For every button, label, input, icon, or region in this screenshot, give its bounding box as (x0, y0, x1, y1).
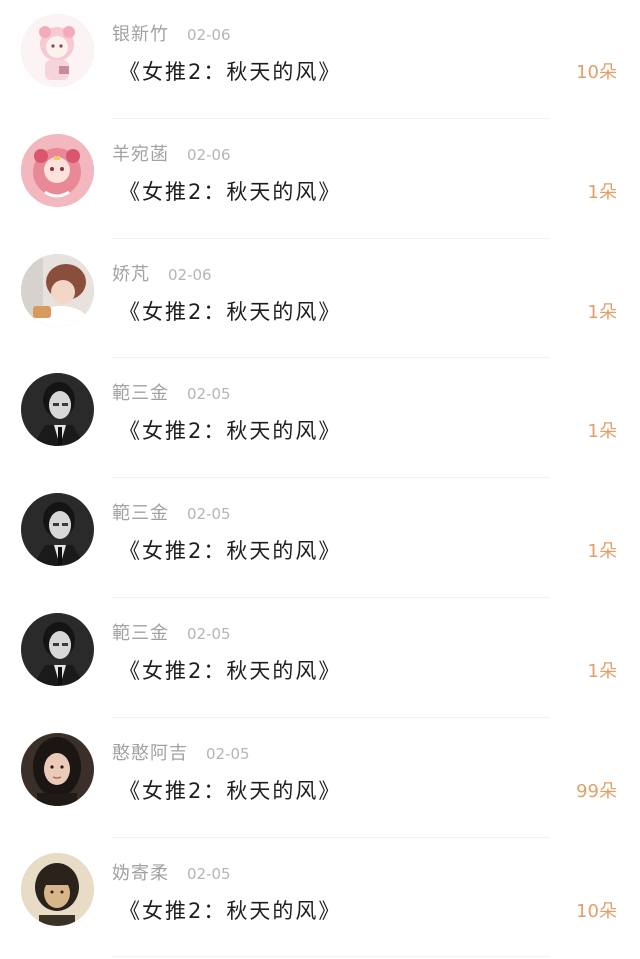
bw-portrait-avatar-icon (21, 493, 94, 567)
date-text: 02-05 (187, 624, 231, 643)
username-text[interactable]: 範三金 (112, 623, 169, 644)
book-title[interactable]: 《女推2：秋天的风》 (119, 657, 341, 685)
flower-count: 1朵 (587, 541, 617, 563)
username-text[interactable]: 妫寄柔 (112, 863, 169, 884)
girl-selfie-avatar-icon (21, 253, 94, 327)
username-text[interactable]: 範三金 (112, 503, 169, 524)
username[interactable]: 範三金 02-05 (112, 623, 231, 645)
date-text: 02-05 (187, 505, 231, 524)
book-title[interactable]: 《女推2：秋天的风》 (119, 897, 341, 925)
bw-portrait-avatar-icon (21, 373, 94, 447)
flower-count: 1朵 (587, 660, 617, 682)
username[interactable]: 範三金 02-05 (112, 383, 231, 405)
list-item[interactable]: 範三金 02-05 《女推2：秋天的风》 1朵 (0, 479, 640, 599)
username[interactable]: 憨憨阿吉 02-05 (112, 743, 250, 765)
dark-hair-avatar-icon (21, 732, 94, 806)
date-text: 02-05 (206, 744, 250, 763)
book-title[interactable]: 《女推2：秋天的风》 (119, 298, 341, 326)
username[interactable]: 银新竹 02-06 (112, 24, 231, 46)
list-item[interactable]: 範三金 02-05 《女推2：秋天的风》 1朵 (0, 599, 640, 719)
date-text: 02-06 (187, 145, 231, 164)
flower-count: 99朵 (576, 780, 617, 802)
username[interactable]: 羊宛菡 02-06 (112, 144, 231, 166)
book-title[interactable]: 《女推2：秋天的风》 (119, 417, 341, 445)
book-title[interactable]: 《女推2：秋天的风》 (119, 777, 341, 805)
avatar[interactable] (21, 253, 94, 327)
sepia-portrait-avatar-icon (21, 852, 94, 926)
gift-record-list: 银新竹 02-06 《女推2：秋天的风》 10朵 羊宛菡 02-06 《女推2：秋天… (0, 0, 640, 959)
anime-sailor-avatar-icon (21, 133, 94, 207)
avatar[interactable] (21, 373, 94, 447)
list-item[interactable]: 银新竹 02-06 《女推2：秋天的风》 10朵 (0, 0, 640, 120)
username[interactable]: 娇芃 02-06 (112, 264, 212, 286)
date-text: 02-05 (187, 385, 231, 404)
date-text: 02-05 (187, 864, 231, 883)
divider (112, 237, 550, 239)
book-title[interactable]: 《女推2：秋天的风》 (119, 537, 341, 565)
flower-count: 1朵 (587, 181, 617, 203)
list-item[interactable]: 範三金 02-05 《女推2：秋天的风》 1朵 (0, 359, 640, 479)
divider (112, 956, 550, 958)
list-item[interactable]: 羊宛菡 02-06 《女推2：秋天的风》 1朵 (0, 120, 640, 240)
bw-portrait-avatar-icon (21, 612, 94, 686)
flower-count: 10朵 (576, 62, 617, 83)
divider (112, 357, 550, 359)
list-item[interactable]: 妫寄柔 02-05 《女推2：秋天的风》 10朵 (0, 839, 640, 959)
username[interactable]: 妫寄柔 02-05 (112, 863, 231, 885)
book-title[interactable]: 《女推2：秋天的风》 (119, 58, 341, 86)
username-text[interactable]: 範三金 (112, 383, 169, 404)
avatar[interactable] (21, 732, 94, 806)
date-text: 02-06 (168, 265, 212, 284)
username-text[interactable]: 银新竹 (112, 24, 169, 45)
book-title[interactable]: 《女推2：秋天的风》 (119, 178, 341, 206)
flower-count: 1朵 (587, 301, 617, 323)
username[interactable]: 範三金 02-05 (112, 503, 231, 525)
avatar[interactable] (21, 852, 94, 926)
list-item[interactable]: 憨憨阿吉 02-05 《女推2：秋天的风》 99朵 (0, 719, 640, 839)
anime-pink-avatar-icon (21, 14, 94, 87)
list-item[interactable]: 娇芃 02-06 《女推2：秋天的风》 1朵 (0, 240, 640, 360)
username-text[interactable]: 羊宛菡 (112, 144, 169, 165)
flower-count: 1朵 (587, 421, 617, 443)
avatar[interactable] (21, 133, 94, 207)
username-text[interactable]: 憨憨阿吉 (112, 743, 188, 764)
divider (112, 716, 550, 718)
date-text: 02-06 (187, 26, 231, 44)
avatar[interactable] (21, 612, 94, 686)
divider (112, 117, 550, 119)
flower-count: 10朵 (576, 900, 617, 922)
divider (112, 477, 550, 479)
divider (112, 836, 550, 838)
username-text[interactable]: 娇芃 (112, 264, 150, 285)
avatar[interactable] (21, 14, 94, 87)
divider (112, 596, 550, 598)
avatar[interactable] (21, 493, 94, 567)
